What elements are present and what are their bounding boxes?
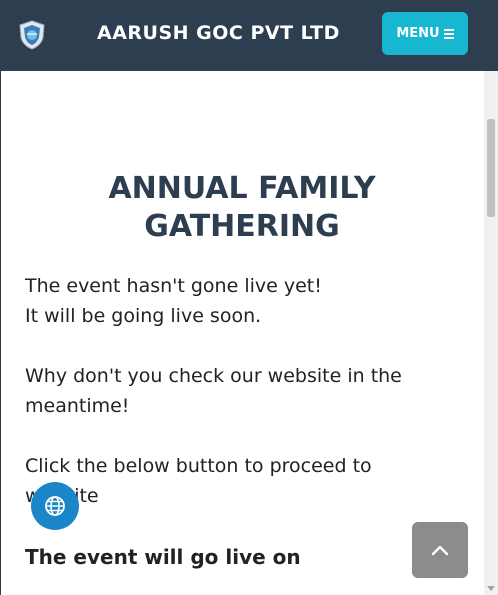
status-text: The event hasn't gone live yet! It will … <box>25 271 445 331</box>
menu-button[interactable]: MENU <box>382 12 468 55</box>
globe-icon <box>45 496 65 516</box>
website-button[interactable] <box>31 482 79 530</box>
menu-label: MENU <box>396 26 440 41</box>
hamburger-icon <box>443 28 454 39</box>
proceed-instruction-text: Click the below button to proceed to web… <box>25 455 372 507</box>
scroll-down-arrow-icon[interactable] <box>487 586 495 591</box>
scrollbar[interactable] <box>484 71 498 595</box>
chevron-up-icon <box>431 545 449 556</box>
scrollbar-thumb[interactable] <box>487 119 495 217</box>
scroll-to-top-button[interactable] <box>412 522 468 578</box>
website-suggestion-text: Why don't you check our website in the m… <box>25 365 402 417</box>
navbar: AARUSH GOC PVT LTD MENU <box>0 0 498 71</box>
page-title: ANNUAL FAMILY GATHERING <box>108 171 376 244</box>
brand-title[interactable]: AARUSH GOC PVT LTD <box>97 20 340 46</box>
status-line-2: It will be going live soon. <box>25 305 262 327</box>
left-border <box>0 71 1 595</box>
status-line-1: The event hasn't gone live yet! <box>25 275 322 297</box>
live-date-heading: The event will go live on <box>25 545 301 569</box>
shield-logo-icon[interactable] <box>18 20 46 50</box>
